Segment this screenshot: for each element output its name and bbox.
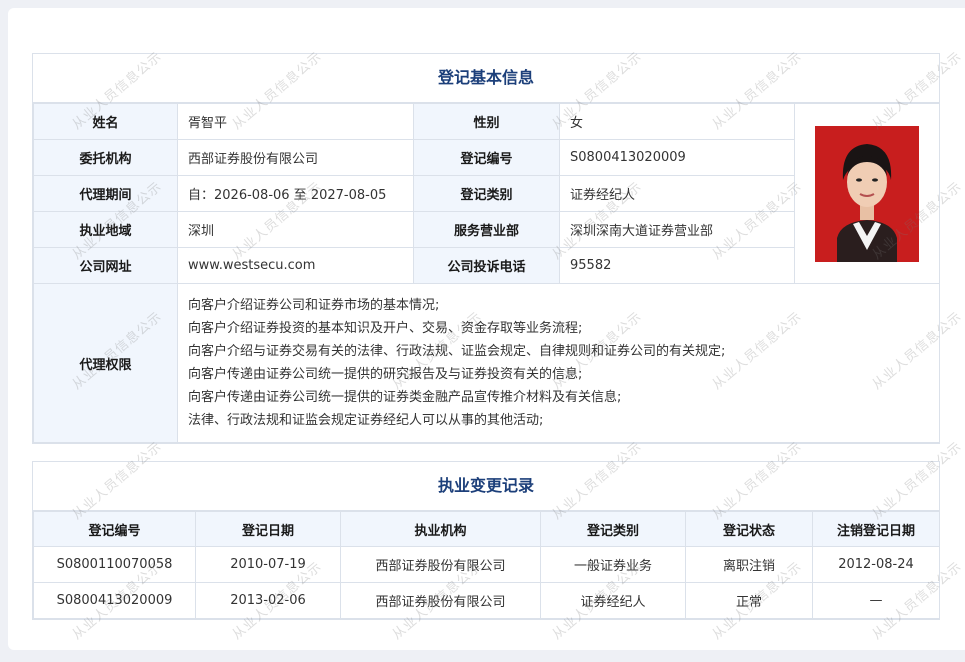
permission-row: 代理权限 向客户介绍证券公司和证券市场的基本情况; 向客户介绍证券投资的基本知识… — [33, 283, 940, 443]
cell-cancel-date: — — [812, 582, 940, 619]
org-label: 委托机构 — [33, 139, 178, 176]
basic-info-table: 姓名 胥智平 性别 女 委托机构 西部证券股份有限公司 登记编号 S080041… — [33, 103, 940, 443]
permission-item: 向客户介绍证券投资的基本知识及开户、交易、资金存取等业务流程; — [188, 321, 583, 336]
cell-type: 一般证券业务 — [540, 546, 686, 583]
history-title: 执业变更记录 — [33, 462, 939, 511]
cell-status: 正常 — [685, 582, 813, 619]
region-value: 深圳 — [177, 211, 414, 248]
history-table: 登记编号 登记日期 执业机构 登记类别 登记状态 注销登记日期 S0800110… — [33, 511, 940, 619]
permission-label: 代理权限 — [33, 283, 178, 443]
history-header-row: 登记编号 登记日期 执业机构 登记类别 登记状态 注销登记日期 — [33, 511, 940, 547]
branch-label: 服务营业部 — [413, 211, 560, 248]
basic-info-section: 登记基本信息 姓名 胥智平 性别 女 委托机构 西部证券股份有限公司 登记编号 … — [32, 53, 940, 444]
permission-item: 向客户介绍证券公司和证券市场的基本情况; — [188, 298, 440, 313]
portrait-photo — [815, 125, 919, 262]
name-label: 姓名 — [33, 103, 178, 140]
cell-status: 离职注销 — [685, 546, 813, 583]
permission-list: 向客户介绍证券公司和证券市场的基本情况; 向客户介绍证券投资的基本知识及开户、交… — [177, 283, 940, 443]
name-value: 胥智平 — [177, 103, 414, 140]
cell-org: 西部证券股份有限公司 — [340, 546, 541, 583]
cell-date: 2010-07-19 — [195, 546, 341, 583]
history-section: 执业变更记录 登记编号 登记日期 执业机构 登记类别 登记状态 注销登记日期 S… — [32, 461, 940, 620]
table-row: S0800110070058 2010-07-19 西部证券股份有限公司 一般证… — [33, 546, 940, 583]
cell-date: 2013-02-06 — [195, 582, 341, 619]
branch-value: 深圳深南大道证券营业部 — [559, 211, 795, 248]
permission-item: 向客户传递由证券公司统一提供的证券类金融产品宣传推介材料及有关信息; — [188, 390, 622, 405]
site-label: 公司网址 — [33, 247, 178, 284]
region-label: 执业地域 — [33, 211, 178, 248]
phone-value: 95582 — [559, 247, 795, 284]
cell-cancel-date: 2012-08-24 — [812, 546, 940, 583]
info-row: 姓名 胥智平 性别 女 — [33, 103, 940, 284]
col-header: 登记编号 — [33, 511, 196, 547]
regtype-label: 登记类别 — [413, 175, 560, 212]
cell-regno: S0800413020009 — [33, 582, 196, 619]
gender-value: 女 — [559, 103, 795, 140]
basic-info-title: 登记基本信息 — [33, 54, 939, 103]
org-value: 西部证券股份有限公司 — [177, 139, 414, 176]
period-value: 自：2026-08-06 至 2027-08-05 — [177, 175, 414, 212]
col-header: 注销登记日期 — [812, 511, 940, 547]
photo-cell — [794, 103, 940, 284]
regtype-value: 证券经纪人 — [559, 175, 795, 212]
col-header: 登记类别 — [540, 511, 686, 547]
period-label: 代理期间 — [33, 175, 178, 212]
regno-value: S0800413020009 — [559, 139, 795, 176]
table-row: S0800413020009 2013-02-06 西部证券股份有限公司 证券经… — [33, 582, 940, 619]
phone-label: 公司投诉电话 — [413, 247, 560, 284]
col-header: 执业机构 — [340, 511, 541, 547]
cell-org: 西部证券股份有限公司 — [340, 582, 541, 619]
site-value[interactable]: www.westsecu.com — [177, 247, 414, 284]
col-header: 登记状态 — [685, 511, 813, 547]
permission-item: 法律、行政法规和证监会规定证券经纪人可以从事的其他活动; — [188, 413, 544, 428]
permission-item: 向客户介绍与证券交易有关的法律、行政法规、证监会规定、自律规则和证券公司的有关规… — [188, 344, 726, 359]
regno-label: 登记编号 — [413, 139, 560, 176]
permission-item: 向客户传递由证券公司统一提供的研究报告及与证券投资有关的信息; — [188, 367, 583, 382]
cell-type: 证券经纪人 — [540, 582, 686, 619]
cell-regno: S0800110070058 — [33, 546, 196, 583]
col-header: 登记日期 — [195, 511, 341, 547]
gender-label: 性别 — [413, 103, 560, 140]
